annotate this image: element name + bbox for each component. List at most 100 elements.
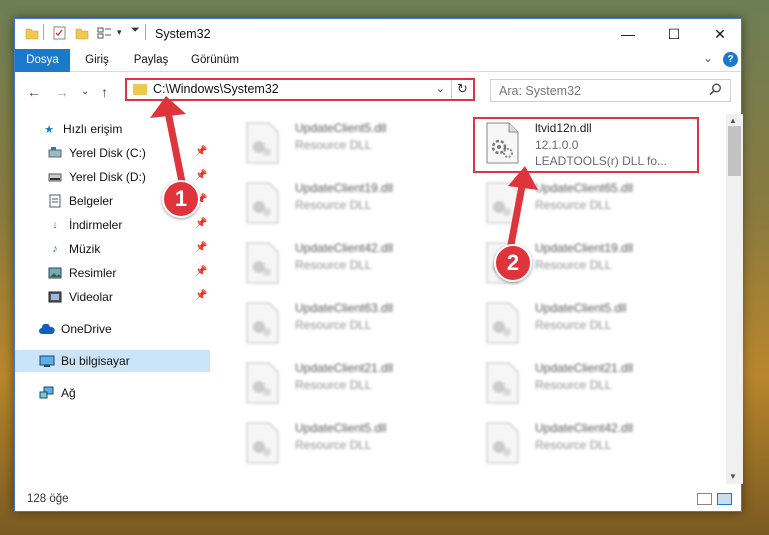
address-dropdown-icon[interactable]: ⌄	[436, 82, 445, 95]
download-icon: ↓	[52, 219, 58, 231]
star-icon: ★	[44, 123, 54, 136]
sidebar-item-label: Hızlı erişim	[63, 122, 123, 136]
sidebar-item-network[interactable]: Ağ	[15, 382, 210, 404]
ribbon-expand-icon[interactable]: ⌄	[703, 51, 713, 65]
file-description: Resource DLL	[295, 138, 372, 152]
list-item[interactable]: UpdateClient21.dll Resource DLL	[231, 356, 456, 408]
qat-dropdown-icon[interactable]: ▾	[117, 27, 122, 38]
file-description: Resource DLL	[535, 438, 612, 452]
item-count: 128 öğe	[27, 493, 69, 505]
list-item[interactable]: UpdateClient21.dll Resource DLL	[471, 356, 696, 408]
window-title: System32	[155, 27, 211, 41]
sidebar-item-this-pc[interactable]: Bu bilgisayar	[15, 350, 210, 372]
sidebar-item-label: Yerel Disk (D:)	[69, 170, 146, 184]
pictures-icon	[47, 266, 63, 280]
sidebar-item-label: Resimler	[69, 266, 117, 280]
minimize-button[interactable]: —	[605, 19, 651, 49]
list-item[interactable]: UpdateClient5.dll Resource DLL	[231, 416, 456, 468]
callout-badge-2: 2	[494, 244, 532, 282]
file-name: UpdateClient42.dll	[295, 241, 394, 255]
sidebar-item-label: Bu bilgisayar	[61, 354, 130, 368]
sidebar-item-label: İndirmeler	[69, 218, 123, 232]
qat-customize-icon[interactable]: ⏷	[131, 24, 140, 37]
file-description: Resource DLL	[295, 378, 372, 392]
file-description: Resource DLL	[295, 438, 372, 452]
forward-button[interactable]: →	[55, 84, 69, 100]
network-icon	[39, 386, 55, 400]
folder-icon	[25, 28, 39, 40]
sidebar-item-videos[interactable]: Videolar 📌	[15, 286, 210, 308]
callout-badge-1: 1	[162, 180, 200, 218]
maximize-button[interactable]: ☐	[651, 19, 697, 49]
tab-giris[interactable]: Giriş	[75, 49, 119, 72]
search-icon[interactable]	[709, 83, 722, 96]
file-name: UpdateClient21.dll	[535, 361, 634, 375]
scroll-down-icon[interactable]: ▼	[729, 472, 737, 481]
address-path[interactable]: C:\Windows\System32	[153, 82, 279, 96]
file-name: UpdateClient19.dll	[535, 241, 634, 255]
sidebar-item-quick-access[interactable]: ★ Hızlı erişim	[15, 118, 210, 140]
navigation-pane: ★ Hızlı erişim Yerel Disk (C:) 📌 Yerel D…	[15, 114, 210, 484]
large-icons-view-icon[interactable]	[717, 493, 732, 505]
list-item[interactable]: UpdateClient42.dll Resource DLL	[231, 236, 456, 288]
sidebar-item-pictures[interactable]: Resimler 📌	[15, 262, 210, 284]
list-item[interactable]: UpdateClient42.dll Resource DLL	[471, 416, 696, 468]
sidebar-item-music[interactable]: ♪ Müzik 📌	[15, 238, 210, 260]
disk-icon	[47, 146, 63, 160]
vertical-scrollbar[interactable]: ▲ ▼	[726, 114, 743, 484]
view-options-icon[interactable]	[97, 26, 113, 40]
new-folder-icon[interactable]	[75, 26, 89, 40]
scroll-up-icon[interactable]: ▲	[729, 116, 737, 125]
details-view-icon[interactable]	[697, 493, 712, 505]
highlight-box	[473, 117, 699, 173]
sidebar-item-label: Müzik	[69, 242, 101, 256]
sidebar-item-label: Yerel Disk (C:)	[69, 146, 146, 160]
file-name: UpdateClient5.dll	[295, 421, 387, 435]
tab-gorunum[interactable]: Görünüm	[185, 49, 245, 72]
cloud-icon	[39, 322, 55, 336]
recent-locations-button[interactable]: ⌄	[81, 86, 89, 97]
dll-file-icon	[246, 182, 279, 224]
dll-file-icon	[246, 242, 279, 284]
list-item[interactable]: UpdateClient65.dll Resource DLL	[471, 176, 696, 228]
file-description: Resource DLL	[535, 198, 612, 212]
help-icon[interactable]: ?	[723, 52, 738, 67]
file-name: UpdateClient63.dll	[295, 301, 394, 315]
file-name: UpdateClient5.dll	[295, 121, 387, 135]
list-item[interactable]: UpdateClient5.dll Resource DLL	[231, 116, 456, 168]
music-icon: ♪	[52, 243, 58, 255]
close-button[interactable]: ✕	[697, 19, 743, 49]
up-button[interactable]: ↑	[101, 84, 108, 100]
tab-dosya[interactable]: Dosya	[15, 49, 70, 72]
sidebar-item-onedrive[interactable]: OneDrive	[15, 318, 210, 340]
list-item[interactable]: UpdateClient5.dll Resource DLL	[471, 296, 696, 348]
scroll-thumb[interactable]	[728, 126, 741, 176]
file-name: UpdateClient21.dll	[295, 361, 394, 375]
dll-file-icon	[486, 362, 519, 404]
pin-icon[interactable]: 📌	[195, 218, 207, 229]
list-item[interactable]: UpdateClient63.dll Resource DLL	[231, 296, 456, 348]
list-item[interactable]: UpdateClient19.dll Resource DLL	[231, 176, 456, 228]
refresh-button[interactable]: ↻	[451, 80, 473, 99]
pin-icon[interactable]: 📌	[195, 170, 207, 181]
tab-paylas[interactable]: Paylaş	[125, 49, 177, 72]
title-bar: ▾ ⏷ System32 — ☐ ✕	[15, 19, 741, 49]
disk-icon	[47, 170, 63, 184]
back-button[interactable]: ←	[27, 84, 41, 100]
properties-icon[interactable]	[53, 26, 67, 40]
pin-icon[interactable]: 📌	[195, 266, 207, 277]
search-input[interactable]: Ara: System32	[490, 79, 731, 102]
file-description: Resource DLL	[535, 378, 612, 392]
file-explorer-window: ▾ ⏷ System32 — ☐ ✕ Dosya Giriş Paylaş Gö…	[14, 18, 743, 512]
dll-file-icon	[246, 362, 279, 404]
address-bar[interactable]: C:\Windows\System32 ⌄ ↻	[125, 78, 475, 101]
sidebar-item-disk-c[interactable]: Yerel Disk (C:) 📌	[15, 142, 210, 164]
file-description: Resource DLL	[295, 198, 372, 212]
pin-icon[interactable]: 📌	[195, 146, 207, 157]
file-description: Resource DLL	[535, 258, 612, 272]
sidebar-item-label: Videolar	[69, 290, 113, 304]
dll-file-icon	[486, 302, 519, 344]
videos-icon	[47, 290, 63, 304]
pin-icon[interactable]: 📌	[195, 290, 207, 301]
pin-icon[interactable]: 📌	[195, 242, 207, 253]
